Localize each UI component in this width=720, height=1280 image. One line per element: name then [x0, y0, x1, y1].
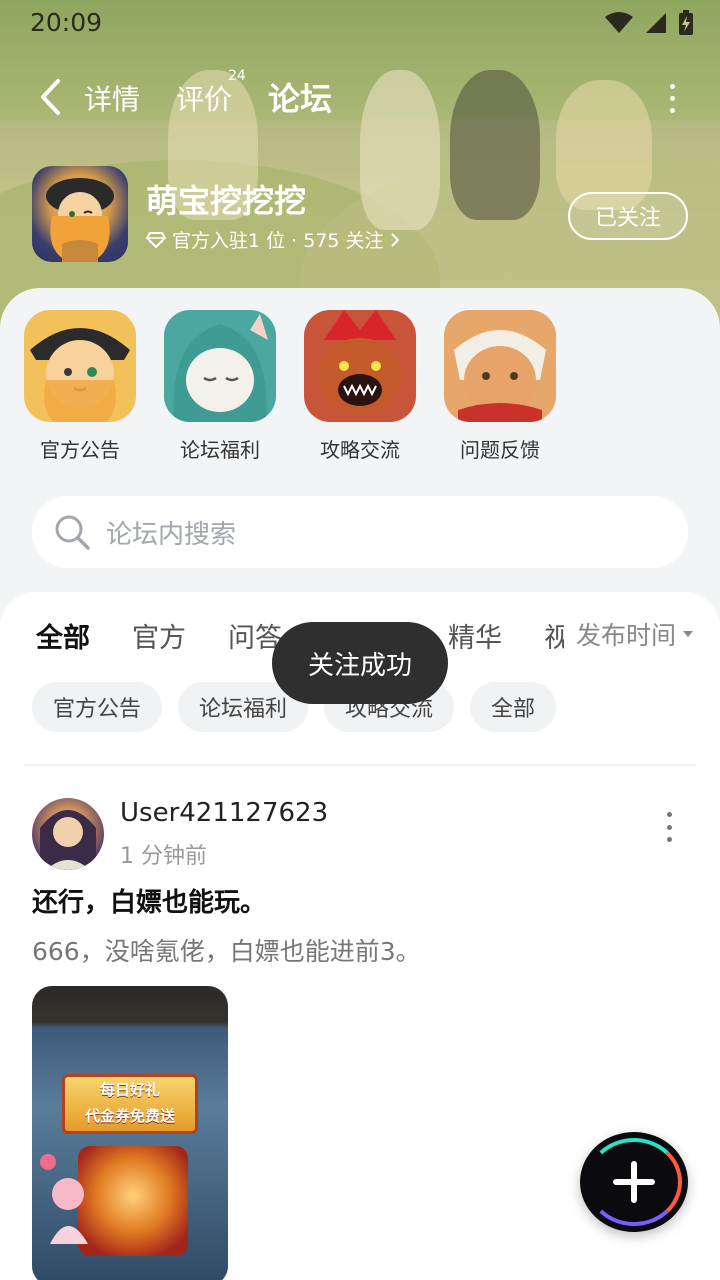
more-options-button[interactable] — [664, 80, 680, 116]
promo-line-2: 代金券免费送 — [84, 1107, 175, 1125]
game-subtitle-text: 官方入驻1 位 · 575 关注 — [172, 230, 384, 252]
reviews-count-badge: 24 — [228, 68, 246, 84]
status-bar: 20:09 — [0, 0, 720, 46]
category-image — [444, 310, 556, 422]
hooded-cat-icon — [173, 314, 268, 422]
back-button[interactable] — [30, 74, 70, 120]
follow-button[interactable]: 已关注 — [568, 192, 688, 240]
category-label: 论坛福利 — [180, 438, 260, 462]
post-image[interactable]: 每日好礼 代金券免费送 — [32, 986, 228, 1280]
wifi-icon — [605, 12, 633, 33]
status-icons — [604, 10, 694, 36]
category-forum-welfare[interactable]: 论坛福利 — [160, 310, 280, 463]
post-body: 666，没啥氪佬，白嫖也能进前3。 — [32, 937, 421, 966]
game-icon[interactable] — [32, 166, 128, 262]
battery-icon — [679, 10, 693, 35]
toast-message: 关注成功 — [272, 622, 448, 704]
category-image — [164, 310, 276, 422]
sort-dropdown[interactable]: 发布时间 — [563, 616, 694, 652]
plus-icon — [613, 1161, 655, 1203]
filter-tab-featured[interactable]: 精华 — [448, 616, 502, 655]
category-official-notice[interactable]: 官方公告 — [20, 310, 140, 463]
game-info: 萌宝挖挖挖 官方入驻1 位 · 575 关注 已关注 — [32, 166, 692, 266]
status-time: 20:09 — [30, 8, 103, 37]
tab-details[interactable]: 详情 — [84, 78, 140, 118]
category-strategy[interactable]: 攻略交流 — [300, 310, 420, 463]
category-label: 官方公告 — [40, 438, 120, 462]
diamond-icon — [146, 231, 166, 248]
tab-reviews[interactable]: 评价 — [176, 78, 232, 118]
game-subtitle[interactable]: 官方入驻1 位 · 575 关注 — [146, 226, 400, 253]
header-banner: 20:09 详情 评价 24 论坛 萌宝挖挖挖 官方入驻1 位 · 575 关注… — [0, 0, 720, 330]
post-more-button[interactable] — [664, 812, 674, 842]
filter-tab-all[interactable]: 全部 — [36, 616, 90, 659]
post-timestamp: 1 分钟前 — [120, 844, 207, 869]
chip-official-notice[interactable]: 官方公告 — [32, 682, 163, 732]
filter-tab-official[interactable]: 官方 — [132, 616, 186, 655]
category-image — [304, 310, 416, 422]
search-bar[interactable]: 论坛内搜索 — [32, 496, 688, 568]
search-icon — [52, 512, 92, 552]
avatar[interactable] — [32, 798, 104, 870]
post-username[interactable]: User421127623 — [120, 798, 328, 828]
search-input[interactable]: 论坛内搜索 — [106, 514, 236, 551]
game-title: 萌宝挖挖挖 — [146, 182, 307, 220]
white-hair-cat-icon — [454, 330, 546, 422]
category-list: 官方公告 论坛福利 攻略交流 问题反馈 — [0, 310, 720, 463]
chevron-left-icon — [41, 79, 60, 115]
category-feedback[interactable]: 问题反馈 — [440, 310, 560, 463]
sort-label: 发布时间 — [575, 621, 676, 650]
promo-line-1: 每日好礼 — [99, 1081, 160, 1099]
category-image — [24, 310, 136, 422]
game-avatar-icon — [46, 178, 114, 262]
category-label: 问题反馈 — [460, 438, 540, 462]
caret-down-icon — [683, 631, 693, 637]
create-post-button[interactable] — [580, 1132, 688, 1232]
chip-all[interactable]: 全部 — [470, 682, 557, 732]
red-wolf-icon — [318, 310, 402, 414]
divider — [24, 764, 696, 766]
tab-forum[interactable]: 论坛 — [268, 74, 333, 122]
post-title: 还行，白嫖也能玩。 — [32, 888, 267, 918]
chevron-right-icon — [390, 232, 399, 247]
filter-tab-label: 全部 — [36, 623, 90, 654]
cat-girl-icon — [30, 328, 130, 422]
pink-character-icon — [40, 1154, 88, 1244]
content-panel: 官方公告 论坛福利 攻略交流 问题反馈 论坛内搜索 全部 官方 问答 精华 发布… — [0, 288, 720, 1280]
tab-forum-label: 论坛 — [268, 80, 333, 118]
user-avatar-icon — [40, 810, 96, 870]
signal-icon — [646, 13, 666, 33]
promo-banner: 每日好礼 代金券免费送 — [62, 1074, 198, 1134]
top-nav: 详情 评价 24 论坛 — [0, 62, 720, 132]
category-label: 攻略交流 — [320, 438, 400, 462]
